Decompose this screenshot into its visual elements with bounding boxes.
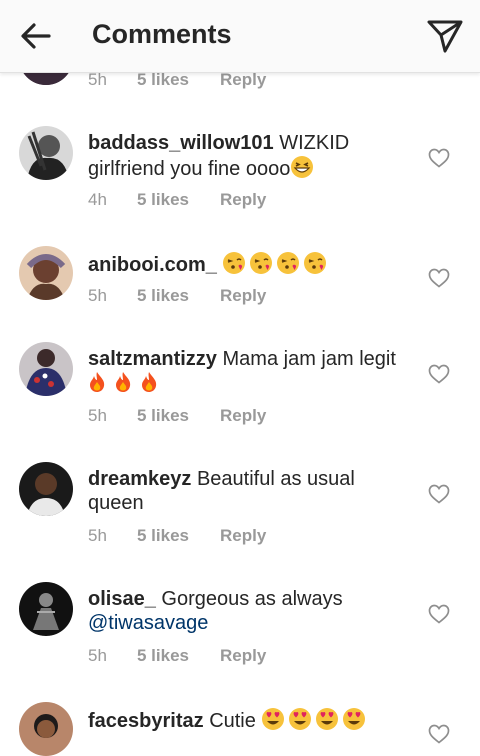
comment-body: Gorgeous as always [161, 588, 343, 610]
comment-text: saltzmantizzy Mama jam jam legit [88, 347, 418, 399]
comment-body: Mama jam jam legit [222, 348, 396, 370]
comment-username[interactable]: dreamkeyz [88, 468, 191, 490]
comment-likes[interactable]: 5 likes [137, 646, 220, 666]
comment-meta: 5h 5 likes Reply [88, 70, 266, 90]
face-blowing-a-kiss-icon [249, 251, 273, 281]
send-direct-icon[interactable] [426, 18, 464, 54]
comment-likes[interactable]: 5 likes [137, 190, 220, 210]
heart-eyes-icon [342, 707, 366, 737]
like-heart-icon[interactable] [428, 724, 450, 744]
comment-meta: 5h 5 likes Reply [88, 286, 266, 306]
comment-text: anibooi.com_ [88, 251, 418, 281]
comment-body-line2: queen [88, 492, 144, 514]
comment-likes[interactable]: 5 likes [137, 70, 220, 90]
avatar[interactable] [19, 342, 73, 396]
mention-link[interactable]: @tiwasavage [88, 612, 208, 634]
comment-text: facesbyritaz Cutie [88, 707, 418, 737]
comment-time: 5h [88, 70, 107, 89]
reply-button[interactable]: Reply [220, 526, 266, 545]
like-heart-icon[interactable] [428, 604, 450, 624]
like-heart-icon[interactable] [428, 268, 450, 288]
comment-body: WIZKID [279, 132, 350, 154]
avatar[interactable] [19, 462, 73, 516]
fire-icon [88, 371, 106, 399]
comment-body-line2: girlfriend you fine oooo [88, 158, 291, 180]
grinning-squinting-face-icon [290, 155, 314, 185]
face-blowing-a-kiss-icon [222, 251, 246, 281]
comment-username[interactable]: baddass_willow101 [88, 132, 274, 154]
comment-body: Cutie [209, 710, 256, 732]
comment-time: 4h [88, 190, 107, 209]
face-blowing-a-kiss-icon [276, 251, 300, 281]
comment-likes[interactable]: 5 likes [137, 286, 220, 306]
comment-time: 5h [88, 406, 107, 425]
comment-text: dreamkeyz Beautiful as usual queen [88, 467, 418, 515]
comment-likes[interactable]: 5 likes [137, 526, 220, 546]
reply-button[interactable]: Reply [220, 286, 266, 305]
comment-time: 5h [88, 526, 107, 545]
like-heart-icon[interactable] [428, 148, 450, 168]
top-app-bar: Comments [0, 0, 480, 73]
heart-eyes-icon [288, 707, 312, 737]
reply-button[interactable]: Reply [220, 646, 266, 665]
avatar[interactable] [19, 246, 73, 300]
comment-username[interactable]: anibooi.com_ [88, 254, 217, 276]
page-title: Comments [92, 19, 232, 49]
face-blowing-a-kiss-icon [303, 251, 327, 281]
avatar[interactable] [19, 582, 73, 636]
comment-meta: 4h 5 likes Reply [88, 190, 266, 210]
reply-button[interactable]: Reply [220, 406, 266, 425]
like-heart-icon[interactable] [428, 364, 450, 384]
heart-eyes-icon [261, 707, 285, 737]
comment-text: baddass_willow101 WIZKID girlfriend you … [88, 131, 418, 185]
avatar[interactable] [19, 702, 73, 756]
fire-icon [114, 371, 132, 399]
comment-body: Beautiful as usual [196, 468, 355, 490]
heart-eyes-icon [315, 707, 339, 737]
comments-list[interactable]: 5h 5 likes Reply baddass_willow101 WIZKID … [0, 0, 480, 756]
comment-likes[interactable]: 5 likes [137, 406, 220, 426]
comment-username[interactable]: olisae_ [88, 588, 156, 610]
comment-time: 5h [88, 646, 107, 665]
comment-time: 5h [88, 286, 107, 305]
comment-meta: 5h 5 likes Reply [88, 406, 266, 426]
comment-text: olisae_ Gorgeous as always @tiwasavage [88, 587, 418, 635]
reply-button[interactable]: Reply [220, 190, 266, 209]
like-heart-icon[interactable] [428, 484, 450, 504]
back-arrow-icon[interactable] [18, 20, 54, 52]
comment-username[interactable]: saltzmantizzy [88, 348, 217, 370]
fire-icon [140, 371, 158, 399]
comment-username[interactable]: facesbyritaz [88, 710, 204, 732]
avatar[interactable] [19, 126, 73, 180]
comment-meta: 5h 5 likes Reply [88, 526, 266, 546]
comment-meta: 5h 5 likes Reply [88, 646, 266, 666]
